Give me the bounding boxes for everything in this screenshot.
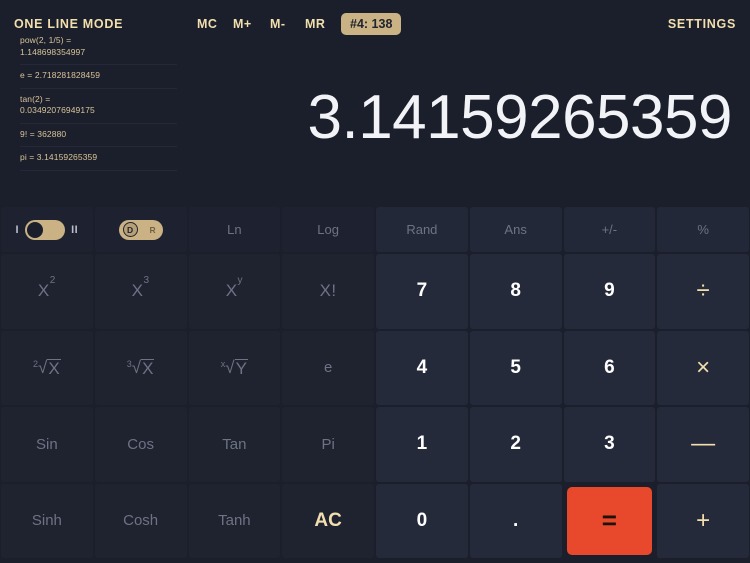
line-mode-knob bbox=[27, 221, 44, 238]
digit-8-button[interactable]: 8 bbox=[469, 254, 562, 329]
result-display: 3.14159265359 bbox=[307, 82, 732, 152]
rand-button[interactable]: Rand bbox=[376, 207, 468, 252]
cos-button[interactable]: Cos bbox=[94, 407, 187, 482]
x-squared-button[interactable]: X2 bbox=[1, 254, 93, 329]
history-item[interactable]: pow(2, 1/5) = 1.148698354997 bbox=[20, 30, 177, 65]
factorial-label: X! bbox=[319, 281, 337, 301]
angle-mode-knob: D bbox=[122, 222, 138, 237]
history-item-text: e = 2.718281828459 bbox=[20, 70, 101, 80]
history-item-text: pow(2, 1/5) = 1.148698354997 bbox=[20, 35, 86, 57]
radical-icon: √ bbox=[38, 357, 48, 377]
all-clear-button[interactable]: AC bbox=[282, 483, 374, 558]
memory-recall-button[interactable]: MR bbox=[305, 17, 325, 31]
sinh-button[interactable]: Sinh bbox=[1, 483, 93, 558]
ln-button[interactable]: Ln bbox=[188, 207, 281, 252]
square-root-argument: X bbox=[47, 358, 61, 378]
cube-root-button[interactable]: 3 √ X bbox=[94, 330, 187, 405]
history-item[interactable]: tan(2) = 0.03492076949175 bbox=[20, 89, 177, 124]
history-item-text: 9! = 362880 bbox=[20, 128, 67, 139]
x-power-y-exponent: y bbox=[237, 275, 244, 287]
nth-root-argument: Y bbox=[234, 358, 248, 378]
digit-1-button[interactable]: 1 bbox=[376, 407, 468, 482]
digit-9-button[interactable]: 9 bbox=[563, 254, 656, 329]
settings-button[interactable]: SETTINGS bbox=[668, 17, 736, 31]
history-panel: pow(2, 1/5) = 1.148698354997 e = 2.71828… bbox=[0, 30, 185, 195]
factorial-button[interactable]: X! bbox=[282, 254, 374, 329]
percent-button[interactable]: % bbox=[657, 207, 749, 252]
x-cubed-exponent: 3 bbox=[143, 275, 150, 287]
mode-title: ONE LINE MODE bbox=[14, 17, 124, 31]
memory-subtract-button[interactable]: M- bbox=[270, 17, 285, 31]
angle-mode-toggle[interactable]: D R bbox=[94, 207, 187, 252]
memory-clear-button[interactable]: MC bbox=[197, 17, 217, 31]
history-item[interactable]: pi = 3.14159265359 bbox=[20, 147, 177, 171]
divide-button[interactable]: ÷ bbox=[657, 254, 749, 329]
memory-slot-badge[interactable]: #4: 138 bbox=[341, 13, 402, 35]
keypad: I II D R Ln Log Rand Ans +/- % X2 X3 Xy bbox=[0, 204, 750, 563]
ans-button[interactable]: Ans bbox=[469, 207, 562, 252]
multiply-button[interactable]: × bbox=[657, 330, 749, 405]
digit-6-button[interactable]: 6 bbox=[563, 330, 656, 405]
line-mode-switch[interactable] bbox=[25, 219, 66, 240]
digit-3-button[interactable]: 3 bbox=[563, 407, 656, 482]
digit-7-button[interactable]: 7 bbox=[376, 254, 468, 329]
decimal-point-button[interactable]: . bbox=[469, 483, 562, 558]
pi-button[interactable]: Pi bbox=[282, 407, 374, 482]
history-item[interactable]: 9! = 362880 bbox=[20, 124, 177, 147]
x-cubed-button[interactable]: X3 bbox=[94, 254, 187, 329]
radical-icon: √ bbox=[131, 357, 142, 377]
history-item[interactable]: e = 2.718281828459 bbox=[20, 65, 177, 89]
line-mode-right-label: II bbox=[71, 223, 79, 236]
square-root-button[interactable]: 2 √ X bbox=[1, 330, 93, 405]
digit-5-button[interactable]: 5 bbox=[469, 330, 562, 405]
x-squared-base: X bbox=[37, 281, 50, 301]
tanh-button[interactable]: Tanh bbox=[188, 483, 281, 558]
subtract-button[interactable]: — bbox=[657, 407, 749, 482]
angle-mode-switch[interactable]: D R bbox=[118, 219, 163, 240]
digit-4-button[interactable]: 4 bbox=[376, 330, 468, 405]
x-squared-exponent: 2 bbox=[49, 275, 56, 287]
nth-root-button[interactable]: x √ Y bbox=[188, 330, 281, 405]
line-mode-toggle[interactable]: I II bbox=[1, 207, 93, 252]
cosh-button[interactable]: Cosh bbox=[94, 483, 187, 558]
add-button[interactable]: + bbox=[657, 483, 749, 558]
calculator-app: ONE LINE MODE MC M+ M- MR #4: 138 SETTIN… bbox=[0, 0, 750, 563]
tan-button[interactable]: Tan bbox=[188, 407, 281, 482]
history-item-text: pi = 3.14159265359 bbox=[20, 152, 98, 162]
log-button[interactable]: Log bbox=[282, 207, 374, 252]
line-mode-left-label: I bbox=[15, 223, 20, 236]
sign-toggle-button[interactable]: +/- bbox=[563, 207, 656, 252]
history-item-text: tan(2) = 0.03492076949175 bbox=[20, 93, 95, 116]
digit-2-button[interactable]: 2 bbox=[469, 407, 562, 482]
radical-icon: √ bbox=[225, 357, 235, 377]
angle-mode-off-label: R bbox=[149, 224, 156, 235]
equals-button[interactable]: = bbox=[566, 486, 653, 555]
sin-button[interactable]: Sin bbox=[1, 407, 93, 482]
x-power-y-base: X bbox=[225, 281, 238, 301]
memory-add-button[interactable]: M+ bbox=[233, 17, 252, 31]
euler-button[interactable]: e bbox=[282, 330, 374, 405]
x-cubed-base: X bbox=[131, 281, 144, 301]
digit-0-button[interactable]: 0 bbox=[376, 483, 468, 558]
x-power-y-button[interactable]: Xy bbox=[188, 254, 281, 329]
cube-root-argument: X bbox=[141, 358, 155, 378]
